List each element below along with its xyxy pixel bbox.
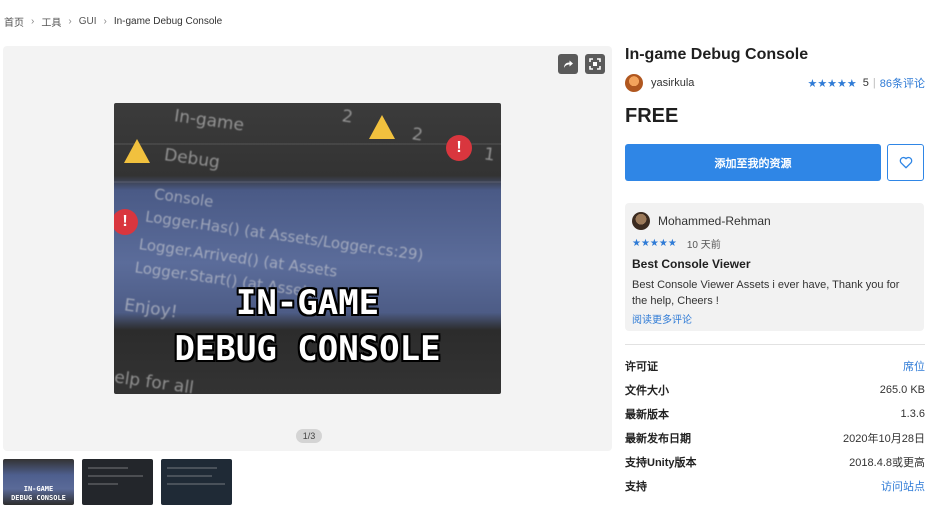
- breadcrumb: 首页 › 工具 › GUI › In-game Debug Console: [4, 14, 223, 29]
- add-to-assets-button[interactable]: 添加至我的资源: [625, 144, 881, 181]
- thumbnail-line: [167, 467, 217, 469]
- reviewer-name: Mohammed-Rehman: [658, 214, 771, 228]
- hero-log-count: 1: [482, 144, 497, 166]
- thumbnail-title: IN-GAME: [23, 485, 54, 493]
- fullscreen-button[interactable]: [585, 54, 605, 74]
- fullscreen-icon: [589, 58, 601, 70]
- product-title: In-game Debug Console: [625, 46, 809, 63]
- asset-info-table: 许可证 席位 文件大小 265.0 KB 最新版本 1.3.6 最新发布日期 2…: [625, 354, 925, 498]
- info-row-file-size: 文件大小 265.0 KB: [625, 378, 925, 402]
- console-divider: [114, 143, 501, 145]
- error-icon: !: [446, 135, 472, 161]
- info-value: 265.0 KB: [879, 384, 925, 396]
- visit-site-link[interactable]: 访问站点: [881, 478, 925, 494]
- review-meta: ★★★★★ 10 天前: [632, 236, 721, 251]
- info-key: 最新版本: [625, 409, 669, 421]
- review-time: 10 天前: [686, 240, 721, 251]
- review-count-link[interactable]: 86条评论: [880, 75, 925, 91]
- console-divider: [114, 181, 501, 183]
- info-key: 支持: [625, 481, 647, 493]
- warning-icon: [369, 115, 395, 139]
- publisher-avatar[interactable]: [625, 74, 643, 92]
- review-card: Mohammed-Rehman ★★★★★ 10 天前 Best Console…: [625, 203, 924, 331]
- review-title: Best Console Viewer: [632, 257, 751, 271]
- hero-log-count: 2: [340, 106, 355, 128]
- gallery-pager: 1/3: [296, 429, 322, 443]
- thumbnail-3[interactable]: [161, 459, 232, 505]
- info-value: 2018.4.8或更高: [849, 457, 925, 469]
- warning-icon: [124, 139, 150, 163]
- media-gallery: In-game Debug Console Logger.Has() (at A…: [3, 46, 612, 451]
- author-row: yasirkula ★★★★★ 5 | 86条评论: [625, 74, 925, 92]
- hero-caption: In-game: [172, 106, 246, 136]
- divider: [625, 344, 925, 345]
- hero-caption: Console: [153, 184, 215, 212]
- rating-summary: ★★★★★ 5 | 86条评论: [807, 75, 925, 91]
- info-key: 许可证: [625, 361, 658, 373]
- thumbnail-line: [88, 475, 143, 477]
- info-key: 文件大小: [625, 385, 669, 397]
- share-icon: [564, 60, 573, 68]
- review-header: Mohammed-Rehman: [632, 212, 771, 230]
- thumbnail-title: DEBUG CONSOLE: [11, 494, 66, 502]
- star-rating-icon: ★★★★★: [807, 77, 857, 90]
- hero-title-line2: DEBUG CONSOLE: [174, 329, 441, 369]
- hero-image[interactable]: In-game Debug Console Logger.Has() (at A…: [114, 103, 501, 394]
- info-row-version: 最新版本 1.3.6: [625, 402, 925, 426]
- read-more-reviews-link[interactable]: 阅读更多评论: [632, 311, 692, 326]
- breadcrumb-current: In-game Debug Console: [113, 15, 223, 27]
- hero-caption: Debug: [162, 145, 222, 173]
- thumbnail-line: [88, 483, 118, 485]
- thumbnail-line: [88, 467, 128, 469]
- share-button[interactable]: [558, 54, 578, 74]
- thumbnail-strip: IN-GAME DEBUG CONSOLE: [3, 459, 232, 505]
- favorite-button[interactable]: [887, 144, 924, 181]
- thumbnail-2[interactable]: [82, 459, 153, 505]
- rating-separator: |: [872, 77, 876, 89]
- chevron-right-icon: ›: [103, 15, 107, 27]
- info-value: 1.3.6: [900, 408, 925, 420]
- hero-title-line1: IN-GAME: [235, 283, 380, 323]
- reviewer-avatar: [632, 212, 650, 230]
- review-star-icon: ★★★★★: [632, 238, 677, 249]
- info-row-license: 许可证 席位: [625, 354, 925, 378]
- breadcrumb-tools[interactable]: 工具: [41, 14, 61, 29]
- breadcrumb-home[interactable]: 首页: [4, 14, 24, 29]
- chevron-right-icon: ›: [31, 15, 35, 27]
- info-row-support: 支持 访问站点: [625, 474, 925, 498]
- info-key: 最新发布日期: [625, 433, 691, 445]
- chevron-right-icon: ›: [68, 15, 72, 27]
- info-key: 支持Unity版本: [625, 457, 697, 469]
- hero-caption: elp for all: [114, 367, 196, 394]
- rating-value: 5: [862, 77, 869, 89]
- thumbnail-line: [167, 483, 225, 485]
- publisher-link[interactable]: yasirkula: [651, 77, 694, 89]
- license-link[interactable]: 席位: [903, 358, 925, 374]
- info-row-release-date: 最新发布日期 2020年10月28日: [625, 426, 925, 450]
- info-value: 2020年10月28日: [843, 433, 925, 445]
- error-icon: !: [114, 209, 138, 235]
- heart-icon: [899, 156, 912, 169]
- price: FREE: [625, 105, 679, 127]
- breadcrumb-gui[interactable]: GUI: [79, 16, 97, 27]
- thumbnail-1[interactable]: IN-GAME DEBUG CONSOLE: [3, 459, 74, 505]
- review-body: Best Console Viewer Assets i ever have, …: [632, 279, 900, 307]
- info-row-unity-version: 支持Unity版本 2018.4.8或更高: [625, 450, 925, 474]
- thumbnail-line: [167, 475, 212, 477]
